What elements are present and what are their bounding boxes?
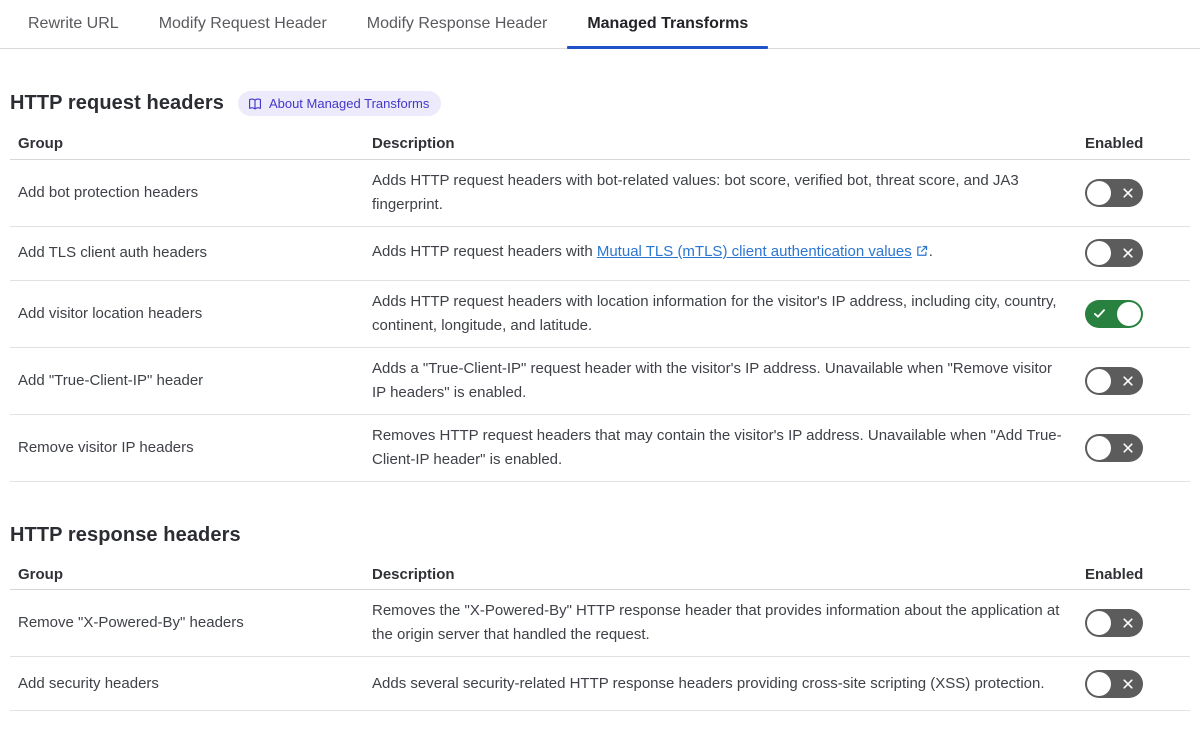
group-cell: Add security headers bbox=[10, 656, 364, 711]
toggle-knob bbox=[1087, 180, 1111, 205]
response-headers-section: HTTP response headers Group Description … bbox=[10, 523, 1190, 711]
column-header-group: Group bbox=[10, 129, 364, 160]
x-icon bbox=[1122, 239, 1134, 267]
external-link-icon bbox=[915, 242, 929, 266]
request-section-title: HTTP request headers bbox=[10, 92, 224, 114]
x-icon bbox=[1122, 670, 1134, 698]
column-header-description: Description bbox=[364, 129, 1075, 160]
description-cell: Adds a "True-Client-IP" request header w… bbox=[364, 347, 1075, 415]
enabled-toggle[interactable] bbox=[1085, 433, 1143, 462]
group-cell: Add visitor location headers bbox=[10, 280, 364, 348]
table-row: Remove visitor IP headers Removes HTTP r… bbox=[10, 414, 1190, 482]
table-row: Add visitor location headers Adds HTTP r… bbox=[10, 280, 1190, 348]
table-header-row: Group Description Enabled bbox=[10, 559, 1190, 590]
enabled-toggle[interactable] bbox=[1085, 299, 1143, 328]
enabled-toggle[interactable] bbox=[1085, 239, 1143, 267]
table-row: Add TLS client auth headers Adds HTTP re… bbox=[10, 226, 1190, 281]
enabled-toggle[interactable] bbox=[1085, 366, 1143, 395]
toggle-knob bbox=[1117, 301, 1141, 326]
group-cell: Add TLS client auth headers bbox=[10, 226, 364, 281]
main-content: HTTP request headers About Managed Trans… bbox=[10, 91, 1190, 711]
x-icon bbox=[1122, 609, 1134, 637]
check-icon bbox=[1093, 300, 1106, 328]
tab-modify-response-header[interactable]: Modify Response Header bbox=[347, 0, 568, 48]
column-header-enabled: Enabled bbox=[1075, 129, 1190, 160]
column-header-group: Group bbox=[10, 559, 364, 590]
description-cell: Adds several security-related HTTP respo… bbox=[364, 656, 1075, 711]
group-cell: Add bot protection headers bbox=[10, 159, 364, 227]
x-icon bbox=[1122, 434, 1134, 462]
enabled-toggle[interactable] bbox=[1085, 178, 1143, 207]
description-cell: Adds HTTP request headers with Mutual TL… bbox=[364, 226, 1075, 281]
enabled-toggle[interactable] bbox=[1085, 609, 1143, 637]
group-cell: Add "True-Client-IP" header bbox=[10, 347, 364, 415]
x-icon bbox=[1122, 179, 1134, 207]
x-icon bbox=[1122, 367, 1134, 395]
description-link[interactable]: Mutual TLS (mTLS) client authentication … bbox=[597, 243, 912, 260]
request-headers-section: HTTP request headers About Managed Trans… bbox=[10, 91, 1190, 482]
request-headers-table: Group Description Enabled Add bot protec… bbox=[10, 129, 1190, 482]
group-cell: Remove "X-Powered-By" headers bbox=[10, 589, 364, 657]
description-cell: Removes HTTP request headers that may co… bbox=[364, 414, 1075, 482]
column-header-description: Description bbox=[364, 559, 1075, 590]
table-row: Add "True-Client-IP" header Adds a "True… bbox=[10, 347, 1190, 415]
description-cell: Adds HTTP request headers with location … bbox=[364, 280, 1075, 348]
badge-label: About Managed Transforms bbox=[268, 96, 430, 111]
toggle-knob bbox=[1087, 241, 1111, 265]
description-cell: Removes the "X-Powered-By" HTTP response… bbox=[364, 589, 1075, 657]
tab-modify-request-header[interactable]: Modify Request Header bbox=[139, 0, 347, 48]
table-row: Add bot protection headers Adds HTTP req… bbox=[10, 159, 1190, 227]
toggle-knob bbox=[1087, 368, 1111, 393]
tab-bar: Rewrite URL Modify Request Header Modify… bbox=[0, 0, 1200, 49]
toggle-knob bbox=[1087, 671, 1111, 696]
table-header-row: Group Description Enabled bbox=[10, 129, 1190, 160]
about-managed-transforms-badge[interactable]: About Managed Transforms bbox=[237, 91, 442, 116]
table-row: Remove "X-Powered-By" headers Removes th… bbox=[10, 589, 1190, 657]
response-section-title: HTTP response headers bbox=[10, 523, 241, 546]
toggle-knob bbox=[1087, 611, 1111, 635]
tab-rewrite-url[interactable]: Rewrite URL bbox=[8, 0, 139, 48]
tab-managed-transforms[interactable]: Managed Transforms bbox=[567, 0, 769, 49]
response-headers-table: Group Description Enabled Remove "X-Powe… bbox=[10, 559, 1190, 711]
book-icon bbox=[248, 97, 262, 111]
group-cell: Remove visitor IP headers bbox=[10, 414, 364, 482]
description-cell: Adds HTTP request headers with bot-relat… bbox=[364, 159, 1075, 227]
toggle-knob bbox=[1087, 435, 1111, 460]
table-row: Add security headers Adds several securi… bbox=[10, 656, 1190, 711]
column-header-enabled: Enabled bbox=[1075, 559, 1190, 590]
enabled-toggle[interactable] bbox=[1085, 669, 1143, 698]
